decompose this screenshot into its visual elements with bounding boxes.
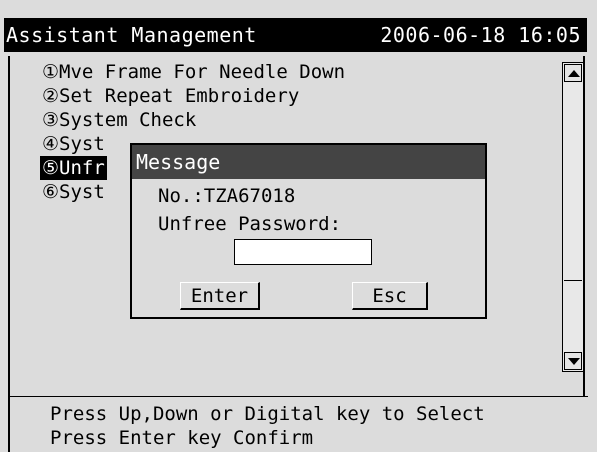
arrow-down-icon <box>568 358 580 365</box>
password-label: Unfree Password: <box>158 213 342 235</box>
menu-item-4[interactable]: ④Syst <box>40 133 107 155</box>
menu-item-row[interactable]: ②Set Repeat Embroidery <box>40 84 347 108</box>
vertical-scrollbar[interactable] <box>562 62 584 372</box>
machine-number: No.:TZA67018 <box>158 185 296 207</box>
menu-item-system-check[interactable]: ③System Check <box>40 109 198 131</box>
hint-frame-edge <box>8 396 10 452</box>
menu-item-unfree-selected[interactable]: ⑤Unfr <box>40 156 107 180</box>
menu-item-6[interactable]: ⑥Syst <box>40 181 107 203</box>
hint-line-confirm: Press Enter key Confirm <box>50 427 314 449</box>
datetime-display: 2006-06-18 16:05 <box>380 23 581 47</box>
menu-item-row[interactable]: ①Mve Frame For Needle Down <box>40 60 347 84</box>
scroll-up-button[interactable] <box>564 64 582 82</box>
hint-area: Press Up,Down or Digital key to Select P… <box>50 402 485 450</box>
menu-item-repeat-embroidery[interactable]: ②Set Repeat Embroidery <box>40 85 301 107</box>
hint-line-select: Press Up,Down or Digital key to Select <box>50 403 485 425</box>
password-input[interactable] <box>234 239 372 265</box>
arrow-up-icon <box>568 70 580 77</box>
window-title: Assistant Management <box>6 23 257 47</box>
hint-divider <box>8 396 588 397</box>
menu-item-move-frame[interactable]: ①Mve Frame For Needle Down <box>40 61 347 83</box>
scroll-down-button[interactable] <box>564 352 582 370</box>
enter-button[interactable]: Enter <box>180 282 260 310</box>
message-dialog: Message No.:TZA67018 Unfree Password: En… <box>130 143 487 319</box>
esc-button[interactable]: Esc <box>352 282 428 310</box>
menu-item-row[interactable]: ③System Check <box>40 108 347 132</box>
scrollbar-thumb[interactable] <box>564 85 582 281</box>
title-bar: Assistant Management 2006-06-18 16:05 <box>4 18 587 52</box>
dialog-title: Message <box>132 145 485 179</box>
screen: Assistant Management 2006-06-18 16:05 ①M… <box>0 0 597 452</box>
